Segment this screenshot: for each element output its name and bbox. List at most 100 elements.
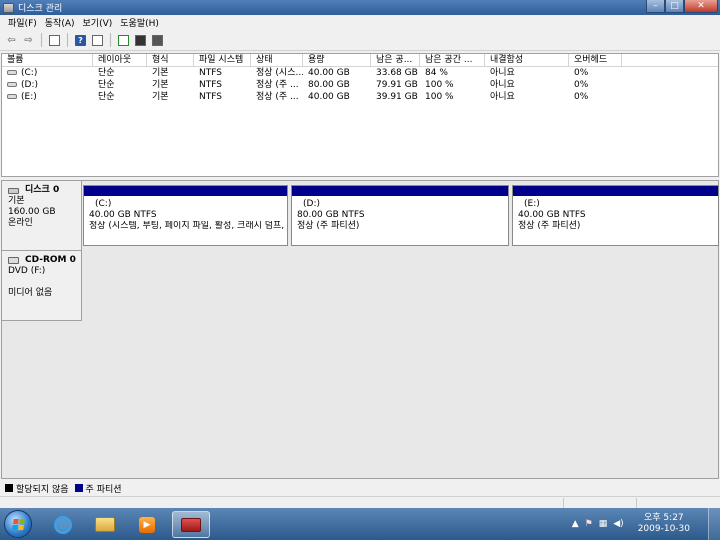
table-row[interactable]: (D:) 단순 기본 NTFS 정상 (주 ... 80.00 GB 79.91…	[2, 79, 718, 91]
column-header-overhead[interactable]: 오버헤드	[569, 54, 622, 66]
partition-c[interactable]: (C:) 40.00 GB NTFS 정상 (시스템, 부팅, 페이지 파일, …	[83, 185, 288, 246]
disk-0-row: 디스크 0 기본 160.00 GB 온라인 (C:) 40.00 GB NTF…	[2, 181, 719, 251]
drive-icon	[7, 94, 17, 99]
cell-fault-tolerance: 아니요	[490, 68, 515, 78]
cdrom-0-area[interactable]	[83, 251, 718, 321]
cell-percent-free: 100 %	[425, 80, 454, 90]
legend-primary-partition: 주 파티션	[85, 484, 122, 495]
column-header-file-system[interactable]: 파일 시스템	[194, 54, 251, 66]
taskbar: e ▶ ▲ ⚑ ▦ ◀) 오후 5:27 2009-10-30	[0, 508, 720, 540]
column-header-capacity[interactable]: 용량	[303, 54, 371, 66]
cell-free-space: 33.68 GB	[376, 68, 418, 78]
cell-capacity: 40.00 GB	[308, 92, 350, 102]
cell-volume: (E:)	[2, 91, 93, 103]
drive-icon	[7, 82, 17, 87]
menu-view[interactable]: 보기(V)	[79, 16, 117, 29]
partition-c-size: 40.00 GB NTFS	[89, 210, 157, 220]
settings-button[interactable]	[150, 33, 165, 48]
column-header-fault-tolerance[interactable]: 내결함성	[485, 54, 569, 66]
properties-button[interactable]	[90, 33, 105, 48]
clock-date: 2009-10-30	[637, 524, 690, 534]
taskbar-computer-management[interactable]	[172, 511, 210, 538]
cell-type: 기본	[152, 92, 169, 102]
cdrom-0-name: CD-ROM 0	[25, 255, 76, 265]
cell-file-system: NTFS	[199, 80, 222, 90]
taskbar-media-player[interactable]: ▶	[128, 511, 166, 538]
unallocated-swatch	[5, 484, 13, 492]
menu-action[interactable]: 동작(A)	[41, 16, 79, 29]
show-hide-console-tree-button[interactable]	[47, 33, 62, 48]
column-header-percent-free[interactable]: 남은 공간 ...	[420, 54, 485, 66]
show-desktop-button[interactable]	[708, 508, 720, 540]
primary-partition-bar	[513, 186, 718, 196]
column-header-type[interactable]: 형식	[147, 54, 194, 66]
window-controls: – □ ✕	[646, 0, 718, 13]
primary-partition-swatch	[74, 484, 83, 492]
minimize-button[interactable]: –	[646, 0, 665, 13]
disk-0-name-line: 디스크 0	[8, 185, 81, 196]
volume-name: (C:)	[21, 68, 38, 78]
cell-capacity: 80.00 GB	[308, 80, 350, 90]
cell-type: 기본	[152, 80, 169, 90]
media-player-icon: ▶	[139, 516, 155, 533]
column-header-volume[interactable]: 볼륨	[2, 54, 93, 66]
column-header-status[interactable]: 상태	[251, 54, 303, 66]
partition-d-size: 80.00 GB NTFS	[297, 210, 365, 220]
back-button[interactable]: ⇦	[4, 33, 19, 48]
cell-overhead: 0%	[574, 68, 589, 78]
clock[interactable]: 오후 5:27 2009-10-30	[638, 513, 690, 535]
partition-e[interactable]: (E:) 40.00 GB NTFS 정상 (주 파티션)	[512, 185, 719, 246]
cell-file-system: NTFS	[199, 68, 222, 78]
volume-icon[interactable]: ◀)	[613, 519, 623, 529]
taskbar-internet-explorer[interactable]: e	[44, 511, 82, 538]
menu-help[interactable]: 도움말(H)	[116, 16, 163, 29]
partition-d[interactable]: (D:) 80.00 GB NTFS 정상 (주 파티션)	[291, 185, 509, 246]
title-bar: 디스크 관리 – □ ✕	[0, 0, 720, 15]
action-center-flag-icon[interactable]: ⚑	[585, 519, 593, 529]
toolbar-separator	[110, 33, 111, 47]
open-button[interactable]	[133, 33, 148, 48]
cell-percent-free: 84 %	[425, 68, 448, 78]
legend-unallocated: 할당되지 않음	[16, 484, 69, 495]
disk-0-label[interactable]: 디스크 0 기본 160.00 GB 온라인	[2, 181, 82, 251]
help-button[interactable]: ?	[73, 33, 88, 48]
cell-status: 정상 (시스...	[256, 68, 303, 78]
drive-icon	[7, 70, 17, 75]
open-icon	[135, 34, 146, 46]
cell-fault-tolerance: 아니요	[490, 80, 515, 90]
help-icon: ?	[75, 34, 86, 46]
menu-file[interactable]: 파일(F)	[4, 16, 41, 29]
cdrom-0-label[interactable]: CD-ROM 0 DVD (F:) 미디어 없음	[2, 251, 82, 321]
cell-percent-free: 100 %	[425, 92, 454, 102]
disk-0-state: 온라인	[8, 218, 33, 228]
cdrom-0-name-line: CD-ROM 0	[8, 255, 81, 266]
cell-type: 기본	[152, 68, 169, 78]
cdrom-0-row: CD-ROM 0 DVD (F:) 미디어 없음	[2, 251, 718, 321]
show-hidden-icons-chevron-icon[interactable]: ▲	[572, 519, 579, 529]
partition-d-name: (D:)	[303, 199, 320, 209]
disk-0-size: 160.00 GB	[8, 207, 56, 217]
cell-capacity: 40.00 GB	[308, 68, 350, 78]
cell-volume: (C:)	[2, 67, 93, 79]
refresh-button[interactable]	[116, 33, 131, 48]
network-icon[interactable]: ▦	[599, 519, 608, 529]
table-row[interactable]: (E:) 단순 기본 NTFS 정상 (주 ... 40.00 GB 39.91…	[2, 91, 718, 103]
close-button[interactable]: ✕	[684, 0, 718, 13]
maximize-button[interactable]: □	[665, 0, 684, 13]
primary-partition-bar	[292, 186, 508, 196]
column-header-layout[interactable]: 레이아웃	[93, 54, 147, 66]
partition-d-body: (D:) 80.00 GB NTFS 정상 (주 파티션)	[292, 196, 508, 232]
toolbox-icon	[181, 517, 201, 532]
taskbar-windows-explorer[interactable]	[86, 511, 124, 538]
cell-overhead: 0%	[574, 80, 589, 90]
start-button[interactable]	[4, 510, 32, 538]
column-header-free-space[interactable]: 남은 공...	[371, 54, 420, 66]
hard-disk-icon	[8, 187, 19, 194]
disk-management-app-icon	[3, 2, 14, 13]
cdrom-0-type: DVD (F:)	[8, 266, 46, 276]
partition-c-name: (C:)	[95, 199, 112, 209]
forward-button[interactable]: ⇨	[21, 33, 36, 48]
cell-layout: 단순	[98, 92, 115, 102]
table-row[interactable]: (C:) 단순 기본 NTFS 정상 (시스... 40.00 GB 33.68…	[2, 67, 718, 79]
